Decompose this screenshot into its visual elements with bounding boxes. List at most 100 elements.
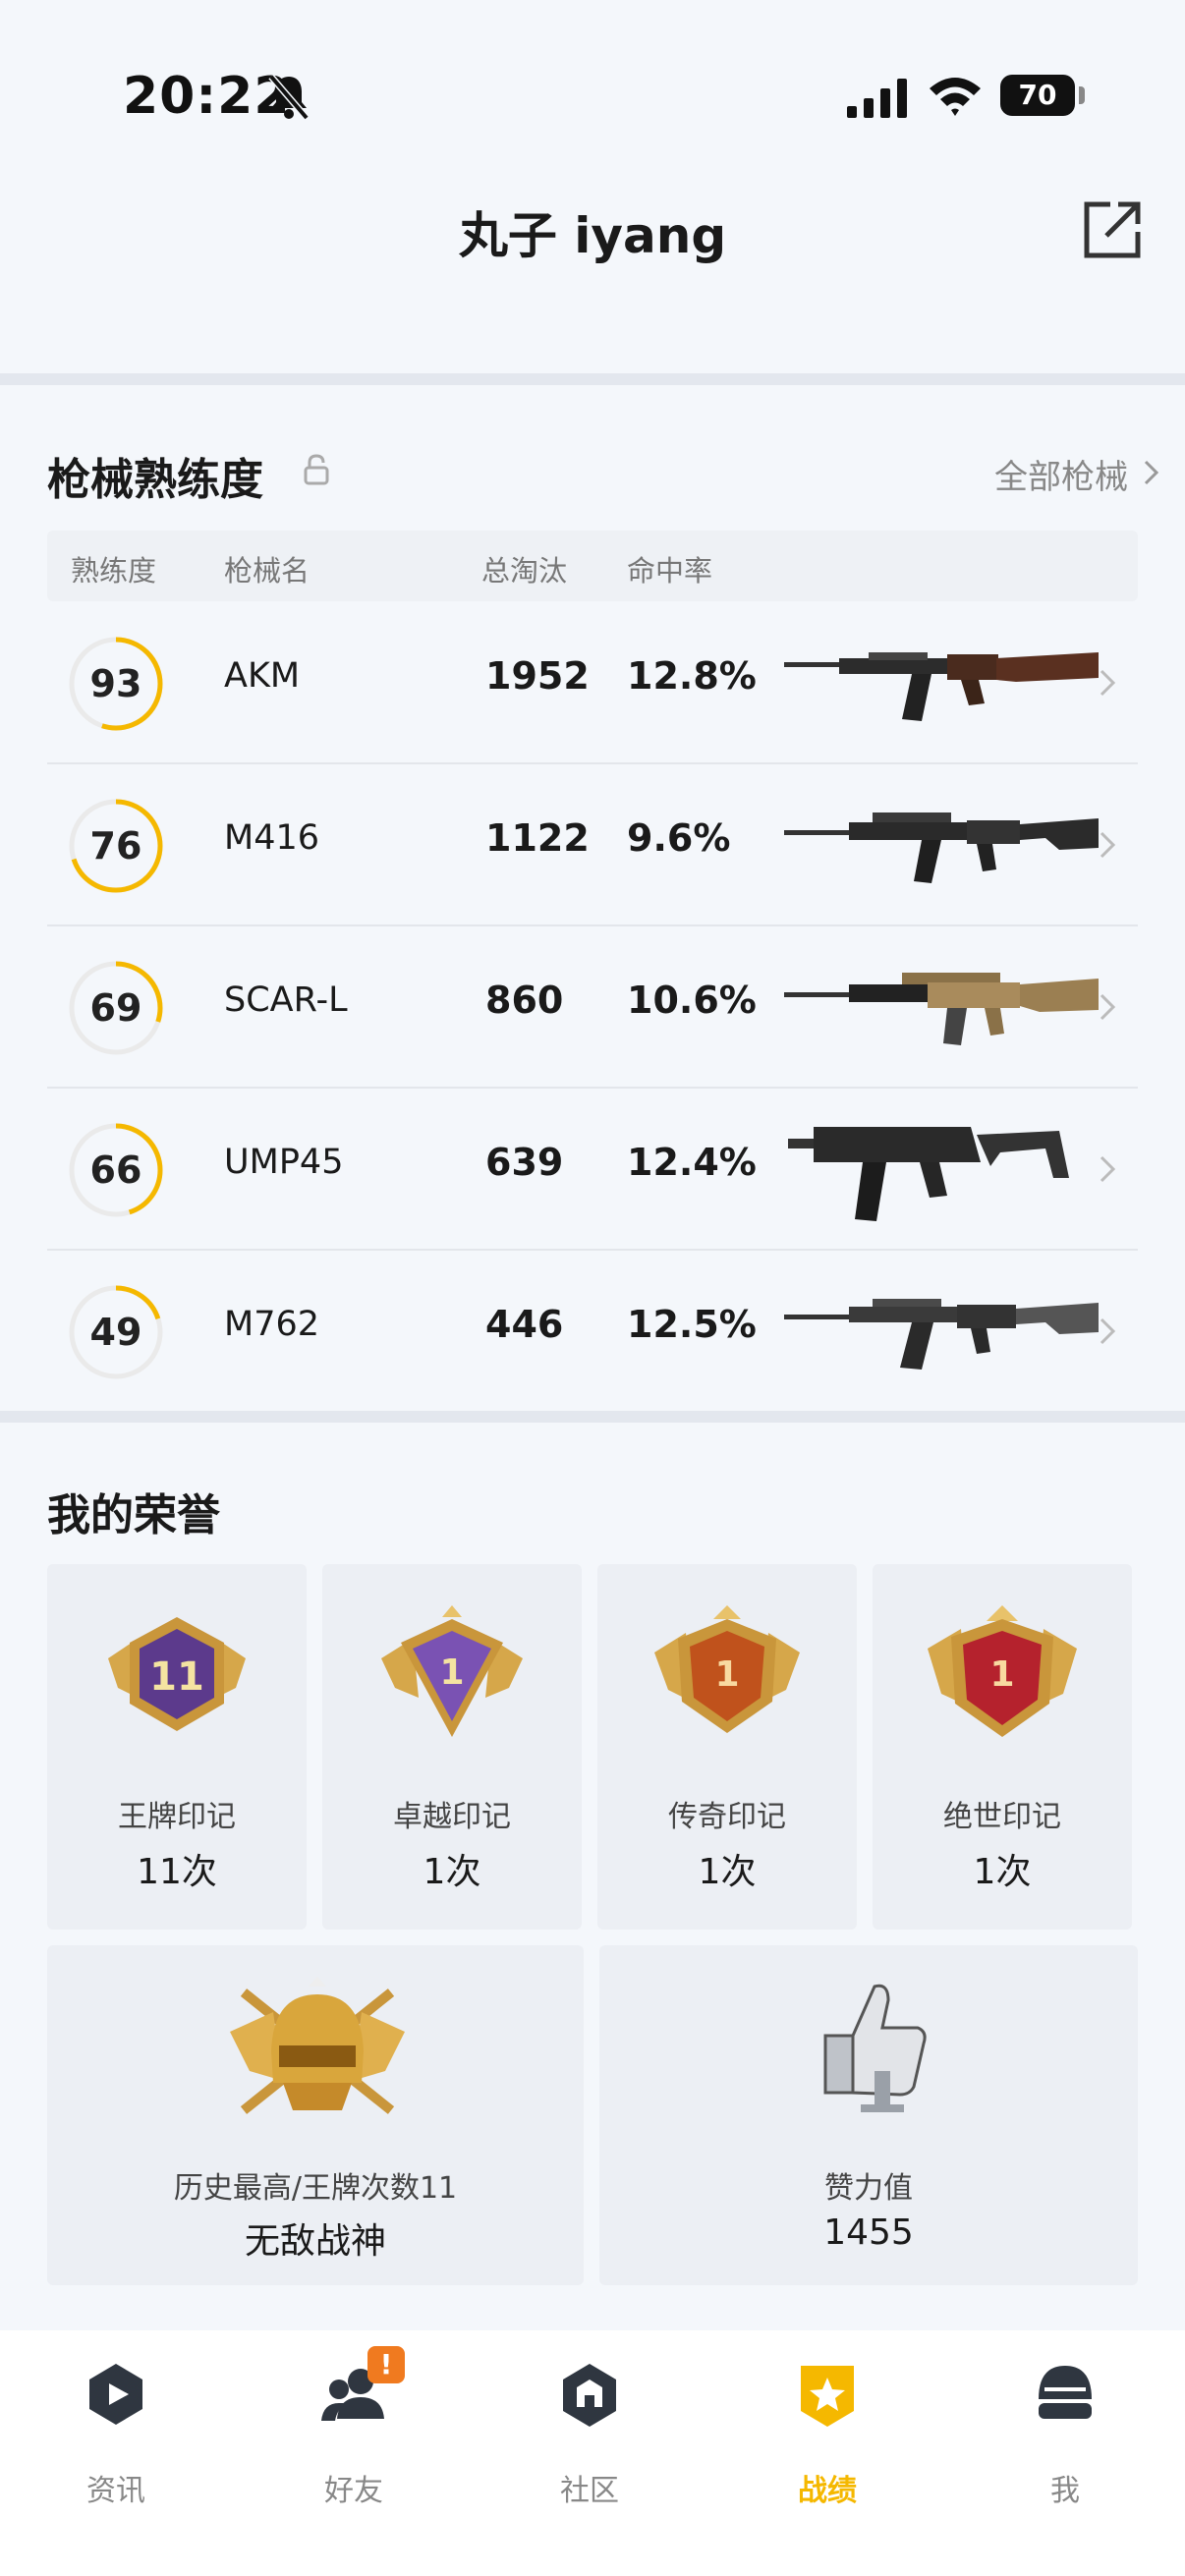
weapon-accuracy: 12.4% [627,1141,757,1184]
proficiency-value: 69 [89,986,142,1030]
akm-rifle-image [784,652,1099,721]
conqueror-helmet-badge-icon [230,1977,405,2114]
lock-icon [304,454,329,485]
chevron-right-icon[interactable] [1097,1152,1118,1186]
tab-label: 我 [1050,2474,1080,2508]
weapon-kills: 860 [485,979,564,1022]
column-header-proficiency: 熟练度 [71,554,157,588]
tab-friends[interactable]: 好友 [285,2360,423,2508]
weapon-name: AKM [224,656,301,696]
weapon-row-akm[interactable]: 93 AKM 1952 12.8% [47,601,1138,764]
bottom-tab-bar: 资讯 好友 社区 战绩 我 [0,2330,1185,2576]
friends-notification-badge: ! [367,2346,405,2383]
weapon-row-ump45[interactable]: 66 UMP45 639 12.4% [47,1088,1138,1251]
weapon-name: SCAR-L [224,980,348,1020]
tab-community[interactable]: 社区 [521,2360,658,2508]
weapons-table-header: 熟练度 枪械名 总淘汰 命中率 [47,531,1138,601]
weapon-accuracy: 12.8% [627,654,757,698]
tab-news[interactable]: 资讯 [47,2360,185,2508]
news-icon [89,2364,142,2425]
all-weapons-link[interactable]: 全部枪械 [994,450,1128,498]
weapon-name: M416 [224,818,320,858]
weapon-accuracy: 10.6% [627,979,757,1022]
m416-rifle-image [784,812,1099,883]
community-icon [563,2364,616,2427]
section-divider [0,1411,1185,1423]
battery-indicator: 70 [1000,75,1085,116]
chevron-right-icon[interactable] [1097,666,1118,700]
highest-tier-card[interactable]: 历史最高/王牌次数11 无敌战神 [47,1945,584,2285]
honor-card-legend[interactable]: 1 传奇印记 1次 [597,1564,857,1930]
legend-mark-badge-icon: 1 [654,1605,800,1733]
honor-count: 1次 [973,1852,1032,1892]
honor-count: 11次 [137,1852,217,1892]
page-title: 丸子 iyang [458,207,727,264]
honor-name: 绝世印记 [943,1800,1061,1834]
peerless-mark-badge-icon: 1 [928,1605,1077,1737]
honors-section-title: 我的荣誉 [47,1490,220,1540]
column-header-weapon-name: 枪械名 [224,554,310,588]
tab-label: 好友 [324,2474,383,2508]
share-icon[interactable] [1081,198,1144,261]
highest-tier-label: 历史最高/王牌次数11 [173,2171,458,2206]
ace-mark-badge-icon: 11 [108,1617,246,1731]
chevron-right-icon[interactable] [1097,1315,1118,1348]
ump45-smg-image [788,1127,1069,1221]
honor-name: 传奇印记 [668,1800,786,1834]
badge-number: 1 [439,1652,464,1693]
weapon-kills: 639 [485,1141,564,1184]
wifi-icon [930,78,981,116]
record-icon [801,2366,854,2427]
weapon-accuracy: 12.5% [627,1303,757,1346]
badge-number: 1 [714,1654,739,1695]
section-divider [0,373,1185,385]
chevron-right-icon[interactable] [1097,828,1118,862]
scar-l-rifle-image [784,973,1099,1045]
column-header-kills: 总淘汰 [481,554,568,588]
tab-record[interactable]: 战绩 [759,2360,896,2508]
chevron-right-icon[interactable] [1138,458,1163,487]
honor-card-peerless[interactable]: 1 绝世印记 1次 [873,1564,1132,1930]
cellular-signal-icon [847,79,907,118]
honor-card-excellence[interactable]: 1 卓越印记 1次 [322,1564,582,1930]
weapon-kills: 1122 [485,816,590,860]
tab-label: 战绩 [798,2474,857,2508]
proficiency-value: 93 [89,662,142,705]
thumbs-up-icon [823,1984,927,2112]
weapon-row-m416[interactable]: 76 M416 1122 9.6% [47,763,1138,926]
tab-label: 社区 [560,2474,619,2508]
badge-number: 1 [989,1654,1014,1695]
weapon-row-m762[interactable]: 49 M762 446 12.5% [47,1250,1138,1411]
weapon-kills: 1952 [485,654,590,698]
excellence-mark-badge-icon: 1 [381,1605,523,1737]
honor-name: 卓越印记 [393,1800,511,1834]
likes-card[interactable]: 赞力值 1455 [599,1945,1138,2285]
honor-count: 1次 [698,1852,757,1892]
proficiency-value: 49 [89,1311,142,1354]
weapon-accuracy: 9.6% [627,816,731,860]
column-header-accuracy: 命中率 [627,554,713,588]
proficiency-value: 66 [89,1148,142,1192]
status-bar: 20:22 70 [0,0,1185,187]
honor-name: 王牌印记 [118,1800,236,1834]
tab-label: 资讯 [86,2474,145,2508]
likes-label: 赞力值 [824,2171,913,2206]
weapon-kills: 446 [485,1303,564,1346]
chevron-right-icon[interactable] [1097,990,1118,1024]
badge-number: 11 [149,1654,204,1700]
highest-tier-value: 无敌战神 [244,2221,386,2262]
bell-mute-icon [268,74,310,121]
weapons-section-title: 枪械熟练度 [47,455,263,505]
me-icon [1039,2366,1092,2419]
proficiency-value: 76 [89,824,142,868]
status-time: 20:22 [123,67,291,126]
likes-value: 1455 [823,2212,914,2253]
m762-rifle-image [784,1299,1099,1370]
honor-card-ace[interactable]: 11 王牌印记 11次 [47,1564,307,1930]
weapon-name: UMP45 [224,1143,344,1182]
weapon-name: M762 [224,1305,320,1344]
battery-level: 70 [1018,79,1057,111]
honor-count: 1次 [423,1852,481,1892]
tab-me[interactable]: 我 [996,2360,1134,2508]
weapon-row-scar-l[interactable]: 69 SCAR-L 860 10.6% [47,925,1138,1089]
